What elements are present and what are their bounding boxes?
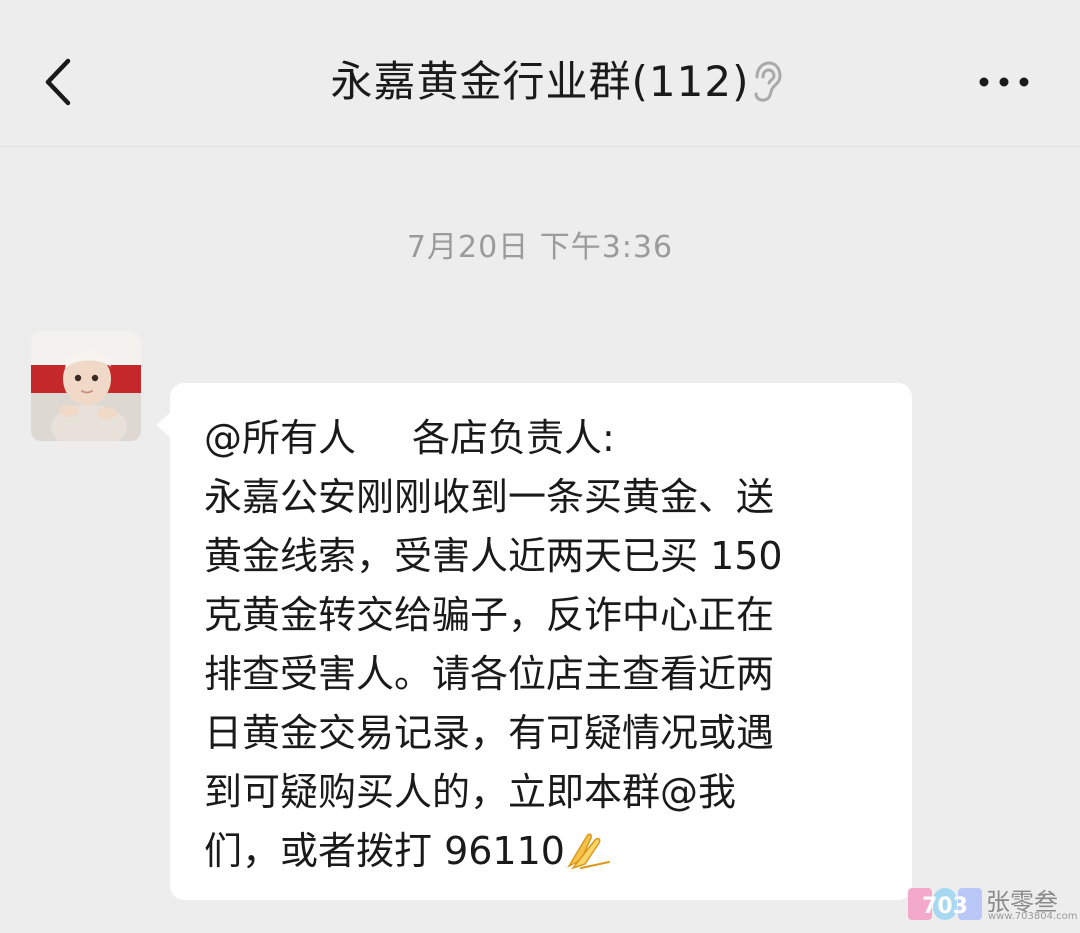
message-line: 永嘉公安刚刚收到一条买黄金、送: [204, 475, 775, 519]
message-timestamp: 7月20日 下午3:36: [406, 230, 674, 265]
message-line: 到可疑购买人的，立即本群@我: [204, 770, 737, 814]
message-bubble[interactable]: @所有人 各店负责人: 永嘉公安刚刚收到一条买黄金、送 黄金线索，受害人近两天已买…: [156, 383, 912, 900]
message-last-line: 们，或者拨打 96110: [204, 822, 882, 881]
title-wrap: 永嘉黄金行业群(112): [0, 52, 1080, 112]
site-logo: 703: [908, 888, 982, 920]
watermark: 703 张零叁 www.703804.com: [906, 880, 1078, 930]
message-line: 黄金线索，受害人近两天已买 150: [204, 534, 783, 578]
message-first-line: @所有人 各店负责人:: [204, 409, 882, 468]
chat-title: 永嘉黄金行业群(112): [330, 57, 750, 106]
message-line: 们，或者拨打 96110: [204, 829, 565, 873]
watermark-url: www.703804.com: [988, 911, 1078, 922]
message-line: 克黄金转交给骗子，反诈中心正在: [204, 593, 775, 637]
avatar[interactable]: [31, 331, 141, 441]
message-line: 日黄金交易记录，有可疑情况或遇: [204, 711, 775, 755]
message-line: 排查受害人。请各位店主查看近两: [204, 652, 775, 696]
bubble-tail: [156, 411, 172, 439]
greeting-text: 各店负责人:: [412, 416, 615, 460]
mention-all[interactable]: @所有人: [204, 416, 356, 460]
ear-icon: [754, 61, 782, 102]
chat-header: 永嘉黄金行业群(112): [0, 0, 1080, 147]
pray-hands-icon: [567, 833, 610, 870]
more-dots-icon: [979, 77, 1029, 87]
more-button[interactable]: [972, 64, 1036, 100]
baby-avatar-image: [31, 331, 141, 441]
logo-text: 703: [922, 894, 968, 919]
